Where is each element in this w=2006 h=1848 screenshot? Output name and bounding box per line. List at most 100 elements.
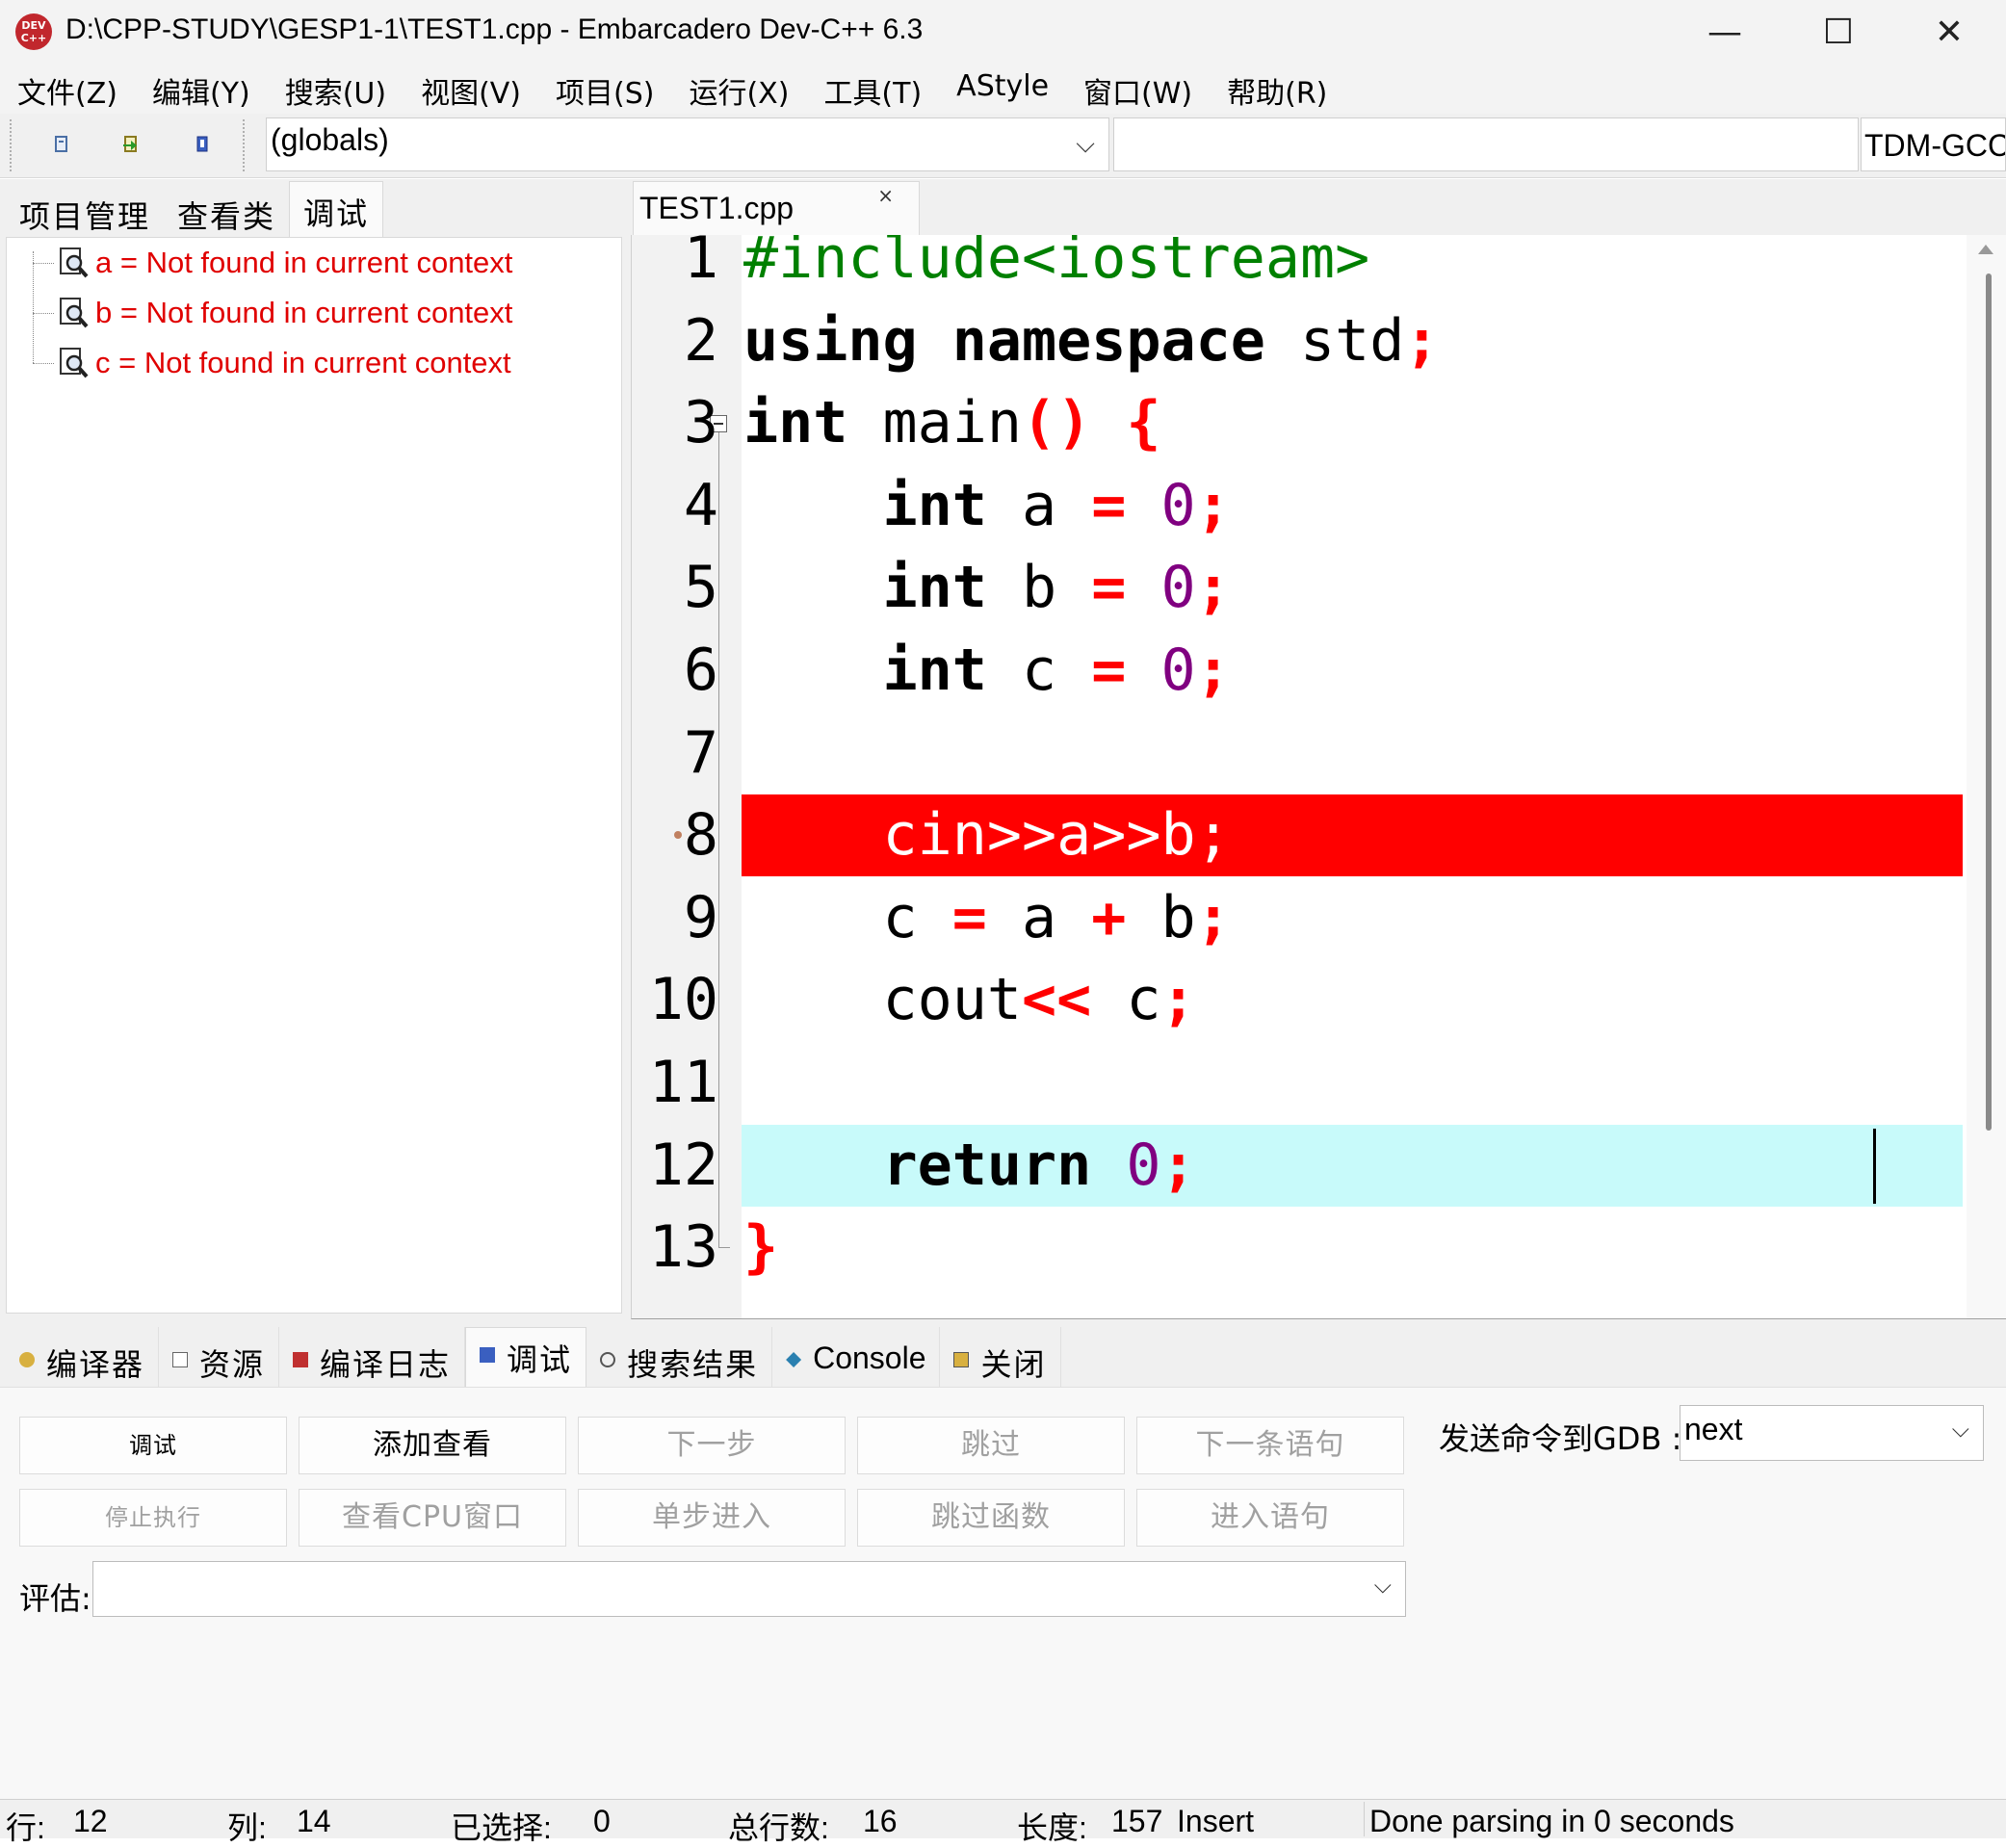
- line-number: 3: [683, 389, 718, 457]
- chevron-down-icon: ⌵: [1373, 1572, 1392, 1599]
- console-icon: [786, 1352, 802, 1367]
- function-combobox[interactable]: [1113, 117, 1859, 171]
- menu-project[interactable]: 项目(S): [538, 64, 671, 114]
- debug-button[interactable]: 调试: [19, 1417, 287, 1474]
- devcpp-app-icon: DEV C++: [15, 13, 52, 50]
- compiler-select[interactable]: TDM-GCC: [1861, 117, 2006, 171]
- menu-tools[interactable]: 工具(T): [806, 64, 939, 114]
- total-lines-value: 16: [863, 1804, 898, 1838]
- code-editor[interactable]: 1 2 3 4 5 6 7 8 9 10 11 12 13 #include<i…: [631, 235, 2006, 1319]
- goto-icon: [123, 136, 137, 152]
- evaluate-combobox[interactable]: ⌵: [92, 1561, 1406, 1617]
- bookmark-icon: [196, 136, 208, 152]
- left-panel: 项目管理 查看类 调试 a = Not found in current con…: [0, 179, 631, 1319]
- watch-tree[interactable]: a = Not found in current context b = Not…: [6, 237, 622, 1314]
- tab-class-browser[interactable]: 查看类: [164, 181, 290, 237]
- line-number: 11: [648, 1049, 718, 1116]
- search-results-icon: [600, 1352, 616, 1367]
- line-number: 12: [648, 1131, 718, 1199]
- status-separator: [1364, 1802, 1365, 1836]
- scrollbar-thumb[interactable]: [1986, 273, 1992, 1131]
- editor-tab-test1[interactable]: TEST1.cpp ×: [633, 181, 920, 235]
- bottom-panel: 编译器 资源 编译日志 调试 搜索结果 Console 关闭 调试 添加查看 下…: [0, 1319, 2006, 1800]
- compiler-icon: [19, 1352, 35, 1367]
- menu-search[interactable]: 搜索(U): [268, 64, 404, 114]
- gdb-command-combobox[interactable]: next ⌵: [1680, 1405, 1984, 1461]
- step-into-button[interactable]: 单步进入: [578, 1489, 846, 1547]
- close-button[interactable]: ✕: [1892, 0, 2006, 64]
- watch-text: b = Not found in current context: [95, 296, 513, 329]
- resource-icon: [172, 1352, 189, 1367]
- line-number: 5: [683, 554, 718, 622]
- code-line-10: cout<< c;: [743, 966, 1196, 1034]
- status-bar: 行: 12 列: 14 已选择: 0 总行数: 16 长度: 157 Inser…: [0, 1799, 2006, 1845]
- tab-label: 关闭: [980, 1346, 1047, 1383]
- menu-help[interactable]: 帮助(R): [1210, 64, 1344, 114]
- line-number: 8: [683, 801, 718, 870]
- window-title: D:\CPP-STUDY\GESP1-1\TEST1.cpp - Embarca…: [65, 13, 924, 45]
- scope-combobox[interactable]: (globals) ⌵: [266, 117, 1109, 171]
- tab-label: 资源: [199, 1346, 266, 1383]
- stop-execution-button[interactable]: 停止执行: [19, 1489, 287, 1547]
- skip-button[interactable]: 跳过: [857, 1417, 1125, 1474]
- watch-variable-icon: [60, 247, 89, 278]
- menu-file[interactable]: 文件(Z): [0, 64, 135, 114]
- line-number: 6: [683, 637, 718, 704]
- code-line-1: #include<iostream>: [743, 235, 1370, 292]
- minimize-button[interactable]: —: [1668, 0, 1782, 64]
- add-watch-button[interactable]: 添加查看: [299, 1417, 566, 1474]
- next-statement-button[interactable]: 下一条语句: [1136, 1417, 1404, 1474]
- tab-close-panel[interactable]: 关闭: [940, 1327, 1061, 1387]
- toolbar-grip[interactable]: [10, 119, 15, 171]
- tab-label: Console: [813, 1340, 926, 1375]
- code-line-3: int main() {: [743, 389, 1161, 457]
- watch-variable-icon: [60, 348, 89, 378]
- vertical-scrollbar[interactable]: [1967, 235, 2006, 1318]
- toolbar-button-1[interactable]: [52, 135, 71, 154]
- watch-item[interactable]: b = Not found in current context: [33, 294, 513, 332]
- menu-run[interactable]: 运行(X): [671, 64, 806, 114]
- length-label: 长度:: [1017, 1810, 1087, 1845]
- tab-label: 搜索结果: [627, 1346, 759, 1383]
- tab-project-manager[interactable]: 项目管理: [6, 181, 165, 237]
- fold-line: [718, 432, 719, 1248]
- line-number: 7: [683, 718, 718, 787]
- close-panel-icon: [953, 1352, 970, 1367]
- toolbar-button-3[interactable]: [193, 135, 212, 154]
- skip-function-button[interactable]: 跳过函数: [857, 1489, 1125, 1547]
- scroll-up-icon[interactable]: [1978, 245, 1993, 254]
- menu-bar: 文件(Z) 编辑(Y) 搜索(U) 视图(V) 项目(S) 运行(X) 工具(T…: [0, 64, 2006, 114]
- tab-label: 编译日志: [320, 1346, 452, 1383]
- selected-value: 0: [593, 1804, 611, 1838]
- row-label: 行:: [6, 1810, 45, 1845]
- code-line-6: int c = 0;: [882, 637, 1231, 704]
- tab-debug-output[interactable]: 调试: [465, 1327, 587, 1387]
- gdb-command-label: 发送命令到GDB :: [1439, 1420, 1682, 1457]
- watch-item[interactable]: a = Not found in current context: [33, 244, 512, 282]
- menu-view[interactable]: 视图(V): [404, 64, 538, 114]
- title-bar: DEV C++ D:\CPP-STUDY\GESP1-1\TEST1.cpp -…: [0, 0, 2006, 64]
- tab-search-results[interactable]: 搜索结果: [586, 1327, 773, 1387]
- editor-tab-strip: TEST1.cpp ×: [631, 179, 2006, 235]
- menu-astyle[interactable]: AStyle: [939, 64, 1066, 114]
- view-cpu-window-button[interactable]: 查看CPU窗口: [299, 1489, 566, 1547]
- evaluate-label: 评估:: [19, 1580, 91, 1617]
- watch-item[interactable]: c = Not found in current context: [33, 344, 511, 382]
- menu-window[interactable]: 窗口(W): [1066, 64, 1210, 114]
- toolbar-button-2[interactable]: [121, 135, 141, 154]
- next-step-button[interactable]: 下一步: [578, 1417, 846, 1474]
- tab-console[interactable]: Console: [772, 1327, 941, 1387]
- total-lines-label: 总行数:: [728, 1810, 829, 1845]
- tab-debug[interactable]: 调试: [289, 181, 384, 237]
- tab-compiler[interactable]: 编译器: [6, 1327, 160, 1387]
- maximize-button[interactable]: ☐: [1782, 0, 1895, 64]
- tab-compile-log[interactable]: 编译日志: [279, 1327, 466, 1387]
- tab-resources[interactable]: 资源: [159, 1327, 280, 1387]
- watch-text: c = Not found in current context: [95, 346, 511, 379]
- chevron-down-icon: ⌵: [1076, 130, 1095, 159]
- toolbar-grip-2[interactable]: [243, 119, 248, 171]
- menu-edit[interactable]: 编辑(Y): [135, 64, 268, 114]
- close-tab-icon[interactable]: ×: [877, 184, 894, 207]
- into-statement-button[interactable]: 进入语句: [1136, 1489, 1404, 1547]
